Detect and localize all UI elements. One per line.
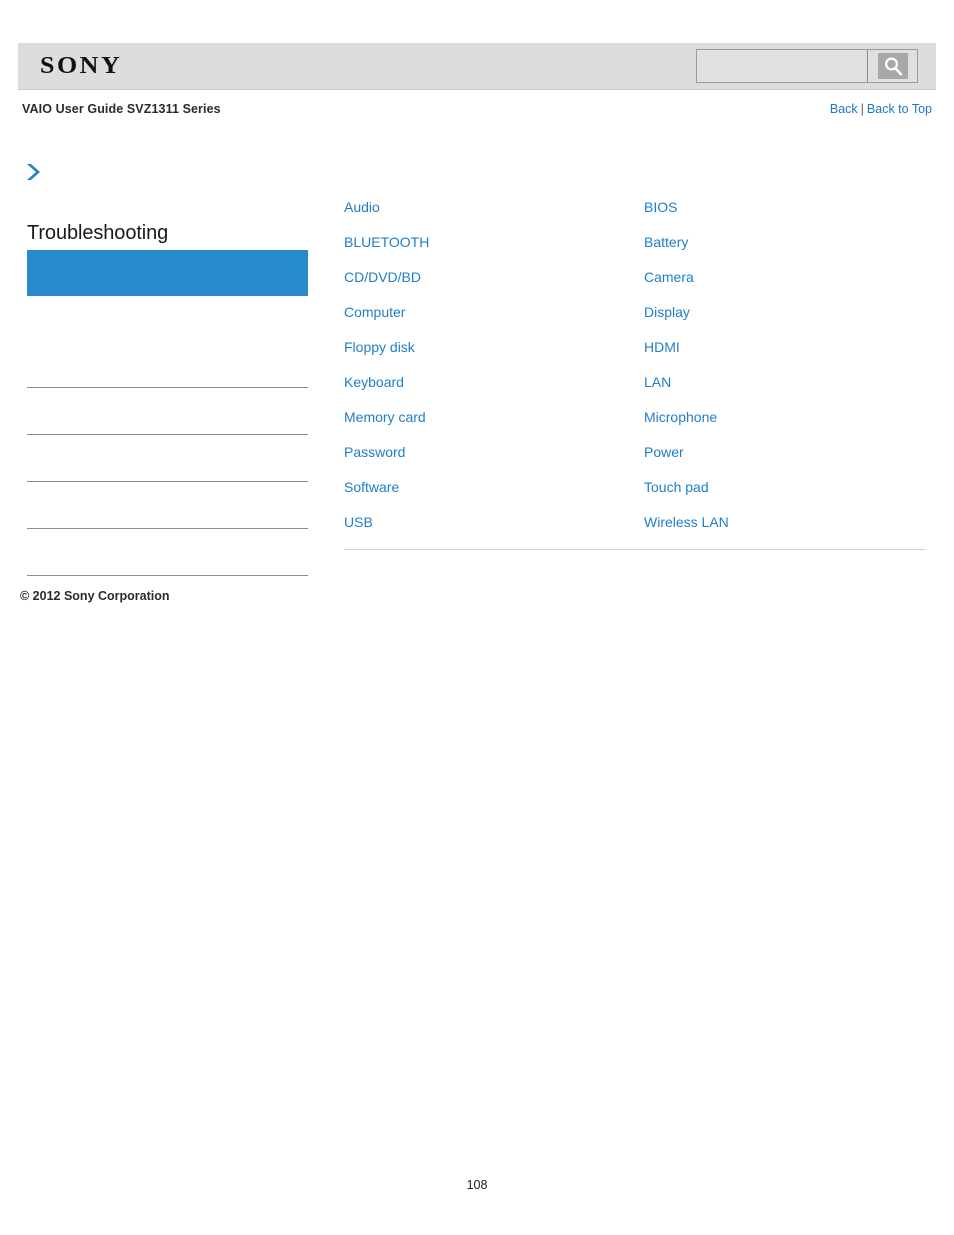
category-link-wireless-lan[interactable]: Wireless LAN: [644, 513, 926, 548]
category-link-usb[interactable]: USB: [344, 513, 644, 548]
category-link-software[interactable]: Software: [344, 478, 644, 513]
category-link-hdmi[interactable]: HDMI: [644, 338, 926, 373]
category-link-floppy-disk[interactable]: Floppy disk: [344, 338, 644, 373]
back-to-top-link[interactable]: Back to Top: [867, 102, 932, 116]
header-nav-links: Back | Back to Top: [830, 102, 932, 116]
sidebar-item-5[interactable]: [27, 529, 308, 576]
sony-logo: SONY: [40, 52, 123, 79]
troubleshooting-category-columns: Audio BLUETOOTH CD/DVD/BD Computer Flopp…: [344, 198, 926, 548]
sidebar-item-3[interactable]: [27, 435, 308, 482]
category-link-bluetooth[interactable]: BLUETOOTH: [344, 233, 644, 268]
category-link-computer[interactable]: Computer: [344, 303, 644, 338]
content-divider: [344, 549, 925, 550]
page-number: 108: [466, 1178, 488, 1192]
category-column-2: BIOS Battery Camera Display HDMI LAN Mic…: [644, 198, 926, 548]
category-link-password[interactable]: Password: [344, 443, 644, 478]
category-link-camera[interactable]: Camera: [644, 268, 926, 303]
category-link-display[interactable]: Display: [644, 303, 926, 338]
chevron-right-icon[interactable]: [25, 162, 43, 182]
document-title: VAIO User Guide SVZ1311 Series: [22, 102, 221, 116]
category-column-1: Audio BLUETOOTH CD/DVD/BD Computer Flopp…: [344, 198, 644, 548]
sidebar-item-4[interactable]: [27, 482, 308, 529]
sidebar: Troubleshooting: [27, 220, 308, 576]
sidebar-item-active[interactable]: [27, 250, 308, 296]
category-link-battery[interactable]: Battery: [644, 233, 926, 268]
nav-separator: |: [860, 102, 864, 116]
page-title: Troubleshooting: [27, 222, 169, 244]
category-link-touch-pad[interactable]: Touch pad: [644, 478, 926, 513]
back-link[interactable]: Back: [830, 102, 858, 116]
category-link-cd-dvd-bd[interactable]: CD/DVD/BD: [344, 268, 644, 303]
sidebar-item-1[interactable]: [27, 341, 308, 388]
category-link-keyboard[interactable]: Keyboard: [344, 373, 644, 408]
search-box[interactable]: [696, 49, 918, 83]
category-link-lan[interactable]: LAN: [644, 373, 926, 408]
category-link-bios[interactable]: BIOS: [644, 198, 926, 233]
search-button[interactable]: [867, 50, 917, 82]
site-header: SONY: [18, 43, 936, 90]
copyright-text: © 2012 Sony Corporation: [20, 589, 170, 603]
sidebar-item-2[interactable]: [27, 388, 308, 435]
category-link-power[interactable]: Power: [644, 443, 926, 478]
search-input[interactable]: [697, 50, 867, 82]
category-link-audio[interactable]: Audio: [344, 198, 644, 233]
category-link-memory-card[interactable]: Memory card: [344, 408, 644, 443]
search-icon: [877, 53, 908, 79]
category-link-microphone[interactable]: Microphone: [644, 408, 926, 443]
